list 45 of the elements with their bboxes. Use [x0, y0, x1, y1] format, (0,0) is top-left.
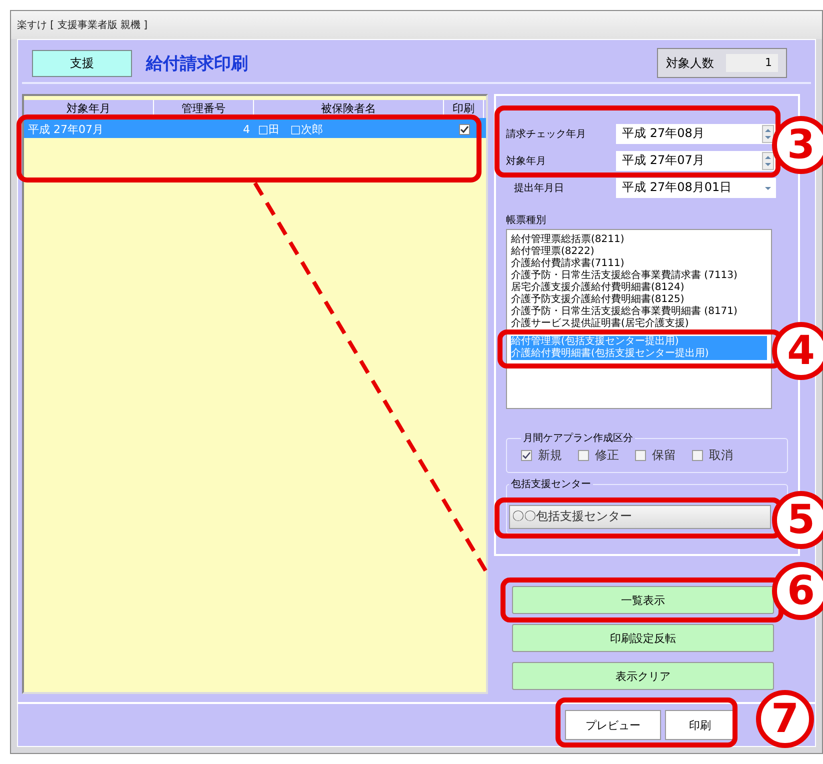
- table-cell-text: 4: [242, 122, 251, 138]
- list-item[interactable]: 給付管理票総括票(8211): [511, 234, 767, 246]
- action-button[interactable]: 印刷設定反転: [512, 624, 774, 652]
- group-label: 包括支援センター: [510, 478, 592, 491]
- checkbox-label: 新規: [538, 447, 562, 464]
- date-field[interactable]: 平成 27年08月01日: [616, 178, 776, 198]
- checkbox-label: 修正: [595, 447, 619, 464]
- table-cell-text: □田 □次郎: [257, 122, 324, 138]
- checkbox[interactable]: [635, 450, 646, 461]
- column-header: 対象年月: [24, 100, 154, 118]
- column-header: 被保険者名: [254, 100, 444, 118]
- checkbox-label: 取消: [709, 447, 733, 464]
- spinner-icon[interactable]: [762, 152, 774, 170]
- list-item[interactable]: 介護サービス提供証明書(居宅介護支援): [511, 318, 767, 330]
- preview-button[interactable]: プレビュー: [565, 710, 661, 740]
- list-item[interactable]: 居宅介護支援介護給付費明細書(8124): [511, 282, 767, 294]
- mode-tag: 支援: [32, 50, 132, 76]
- list-item[interactable]: 介護予防支援介護給付費明細書(8125): [511, 294, 767, 306]
- spinner-icon[interactable]: [762, 124, 774, 142]
- field-label: 請求チェック年月: [506, 128, 587, 140]
- print-button[interactable]: 印刷: [665, 710, 735, 740]
- list-item[interactable]: 介護予防・日常生活支援総合事業費請求書 (7113): [511, 270, 767, 282]
- checkbox[interactable]: [692, 450, 703, 461]
- checkbox[interactable]: [521, 450, 532, 461]
- group-label: 月間ケアプラン作成区分: [522, 432, 634, 445]
- date-field[interactable]: 平成 27年08月: [616, 124, 776, 144]
- list-item[interactable]: 介護予防・日常生活支援総合事業費明細書 (8171): [511, 306, 767, 318]
- window-title: 楽すけ [ 支援事業者版 親機 ]: [11, 11, 822, 39]
- count-label: 対象人数: [666, 54, 714, 72]
- field-label: 提出年月日: [513, 182, 565, 194]
- date-field[interactable]: 平成 27年07月: [616, 150, 776, 170]
- list-item[interactable]: 給付管理票(8222): [511, 246, 767, 258]
- field-label: 対象年月: [506, 154, 547, 168]
- center-select[interactable]: 〇〇包括支援センター: [509, 505, 771, 529]
- list-item[interactable]: 介護給付費請求書(7111): [511, 258, 767, 270]
- checkbox[interactable]: [458, 124, 470, 135]
- checkbox[interactable]: [578, 450, 589, 461]
- count-value: 1: [726, 54, 778, 72]
- section-label: 帳票種別: [506, 214, 547, 227]
- action-button[interactable]: 表示クリア: [512, 662, 774, 690]
- table-cell-text: 平成 27年07月: [27, 122, 104, 138]
- action-button[interactable]: 一覧表示: [512, 586, 774, 614]
- checkbox-label: 保留: [652, 447, 676, 464]
- screen-title: 給付請求印刷: [146, 52, 248, 74]
- column-header: 管理番号: [154, 100, 254, 118]
